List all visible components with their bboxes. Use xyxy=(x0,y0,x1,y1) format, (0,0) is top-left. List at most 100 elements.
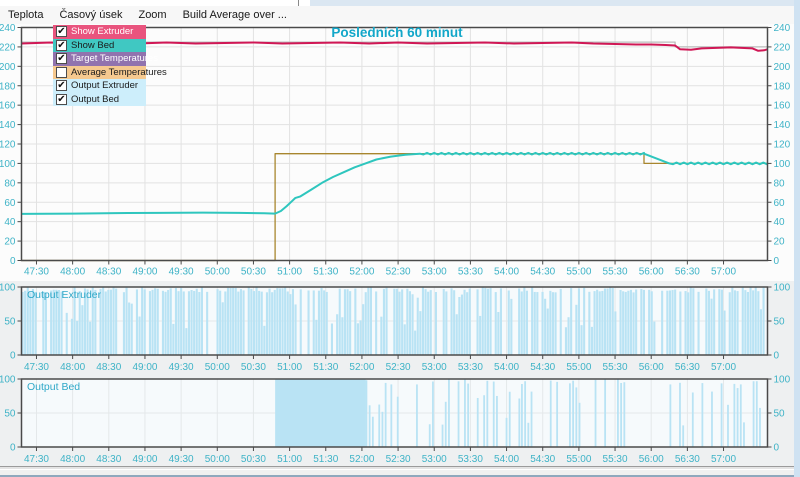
svg-text:53:30: 53:30 xyxy=(458,267,483,278)
svg-text:57:00: 57:00 xyxy=(711,267,736,278)
svg-text:49:30: 49:30 xyxy=(169,454,194,465)
svg-text:180: 180 xyxy=(774,81,791,92)
svg-text:52:30: 52:30 xyxy=(386,362,411,373)
legend-row-average-temperatures[interactable]: Average Temperatures xyxy=(53,66,146,80)
menu-item-build-average-over[interactable]: Build Average over ... xyxy=(175,8,295,22)
output-bed-chart-canvas[interactable]: 00505010010047:3048:0048:3049:0049:3050:… xyxy=(0,375,794,465)
legend-label: Output Extruder xyxy=(71,80,138,91)
svg-text:47:30: 47:30 xyxy=(24,267,49,278)
checkbox-output-extruder[interactable]: ✔ xyxy=(56,80,67,91)
svg-text:0: 0 xyxy=(10,443,16,454)
svg-text:20: 20 xyxy=(4,237,16,248)
svg-text:56:00: 56:00 xyxy=(639,267,664,278)
svg-text:55:00: 55:00 xyxy=(566,267,591,278)
legend-row-output-bed[interactable]: ✔ Output Bed xyxy=(53,93,146,107)
svg-text:52:00: 52:00 xyxy=(349,454,374,465)
checkbox-show-bed[interactable]: ✔ xyxy=(56,40,67,51)
curve-legend: ✔Show Extruder✔Show Bed✔Target Temperatu… xyxy=(53,25,146,106)
svg-text:51:30: 51:30 xyxy=(313,454,338,465)
svg-text:52:00: 52:00 xyxy=(349,362,374,373)
svg-text:51:30: 51:30 xyxy=(313,267,338,278)
svg-text:56:30: 56:30 xyxy=(675,454,700,465)
svg-text:50:00: 50:00 xyxy=(205,362,230,373)
svg-text:0: 0 xyxy=(774,443,780,454)
svg-text:50:30: 50:30 xyxy=(241,454,266,465)
svg-text:180: 180 xyxy=(0,81,16,92)
svg-text:200: 200 xyxy=(0,62,16,73)
svg-text:53:00: 53:00 xyxy=(422,362,447,373)
svg-text:57:00: 57:00 xyxy=(711,454,736,465)
svg-text:49:00: 49:00 xyxy=(132,362,157,373)
svg-text:40: 40 xyxy=(4,217,16,228)
svg-text:160: 160 xyxy=(0,101,16,112)
svg-text:53:00: 53:00 xyxy=(422,454,447,465)
svg-text:200: 200 xyxy=(774,62,791,73)
svg-text:49:00: 49:00 xyxy=(132,454,157,465)
checkbox-output-bed[interactable]: ✔ xyxy=(56,94,67,105)
menu-bar: TeplotaČasový úsekZoomBuild Average over… xyxy=(0,6,794,24)
svg-text:240: 240 xyxy=(0,24,16,34)
output-extruder-chart-canvas[interactable]: 00505010010047:3048:0048:3049:0049:3050:… xyxy=(0,283,794,373)
svg-text:60: 60 xyxy=(774,198,786,209)
svg-text:49:00: 49:00 xyxy=(132,267,157,278)
svg-text:52:00: 52:00 xyxy=(349,267,374,278)
svg-text:49:30: 49:30 xyxy=(169,362,194,373)
svg-text:100: 100 xyxy=(0,375,16,386)
svg-text:56:00: 56:00 xyxy=(639,362,664,373)
svg-text:20: 20 xyxy=(774,237,786,248)
checkbox-show-extruder[interactable]: ✔ xyxy=(56,26,67,37)
menu-item-zoom[interactable]: Zoom xyxy=(130,8,174,22)
checkbox-target-temperatures[interactable]: ✔ xyxy=(56,53,67,64)
svg-text:50: 50 xyxy=(4,409,16,420)
svg-text:56:30: 56:30 xyxy=(675,362,700,373)
svg-text:48:00: 48:00 xyxy=(60,362,85,373)
svg-text:50: 50 xyxy=(4,317,16,328)
svg-text:80: 80 xyxy=(4,178,16,189)
svg-text:47:30: 47:30 xyxy=(24,362,49,373)
svg-text:100: 100 xyxy=(0,283,16,294)
legend-label: Show Bed xyxy=(71,40,114,51)
legend-row-target-temperatures[interactable]: ✔Target Temperatures xyxy=(53,52,146,66)
svg-text:0: 0 xyxy=(10,256,16,267)
svg-text:51:00: 51:00 xyxy=(277,454,302,465)
checkbox-average-temperatures[interactable] xyxy=(56,67,67,78)
svg-text:51:00: 51:00 xyxy=(277,362,302,373)
legend-label: Output Bed xyxy=(71,94,119,105)
svg-text:0: 0 xyxy=(774,351,780,362)
svg-text:54:30: 54:30 xyxy=(530,362,555,373)
svg-text:100: 100 xyxy=(774,283,791,294)
menu-item-asov-sek[interactable]: Časový úsek xyxy=(51,8,130,22)
svg-text:54:30: 54:30 xyxy=(530,267,555,278)
svg-text:53:30: 53:30 xyxy=(458,362,483,373)
svg-text:57:00: 57:00 xyxy=(711,362,736,373)
svg-text:54:00: 54:00 xyxy=(494,362,519,373)
legend-row-show-bed[interactable]: ✔ Show Bed xyxy=(53,39,146,53)
svg-text:40: 40 xyxy=(774,217,786,228)
svg-text:160: 160 xyxy=(774,101,791,112)
svg-text:50: 50 xyxy=(774,409,786,420)
svg-text:140: 140 xyxy=(0,120,16,131)
svg-text:50:30: 50:30 xyxy=(241,362,266,373)
svg-text:220: 220 xyxy=(774,42,791,53)
svg-text:48:30: 48:30 xyxy=(96,454,121,465)
bottom-dock-edge xyxy=(0,470,794,477)
svg-text:53:00: 53:00 xyxy=(422,267,447,278)
svg-text:80: 80 xyxy=(774,178,786,189)
svg-text:48:00: 48:00 xyxy=(60,454,85,465)
legend-row-output-extruder[interactable]: ✔ Output Extruder xyxy=(53,79,146,93)
legend-row-show-extruder[interactable]: ✔Show Extruder xyxy=(53,25,146,39)
svg-text:100: 100 xyxy=(774,375,791,386)
legend-label: Target Temperatures xyxy=(71,53,158,64)
svg-text:53:30: 53:30 xyxy=(458,454,483,465)
svg-text:48:30: 48:30 xyxy=(96,362,121,373)
svg-text:55:30: 55:30 xyxy=(603,362,628,373)
svg-text:56:30: 56:30 xyxy=(675,267,700,278)
svg-text:52:30: 52:30 xyxy=(386,454,411,465)
svg-text:54:00: 54:00 xyxy=(494,267,519,278)
menu-item-teplota[interactable]: Teplota xyxy=(0,8,51,22)
svg-text:55:30: 55:30 xyxy=(603,267,628,278)
svg-text:50:30: 50:30 xyxy=(241,267,266,278)
svg-text:50:00: 50:00 xyxy=(205,267,230,278)
svg-text:100: 100 xyxy=(0,159,16,170)
svg-text:100: 100 xyxy=(774,159,791,170)
